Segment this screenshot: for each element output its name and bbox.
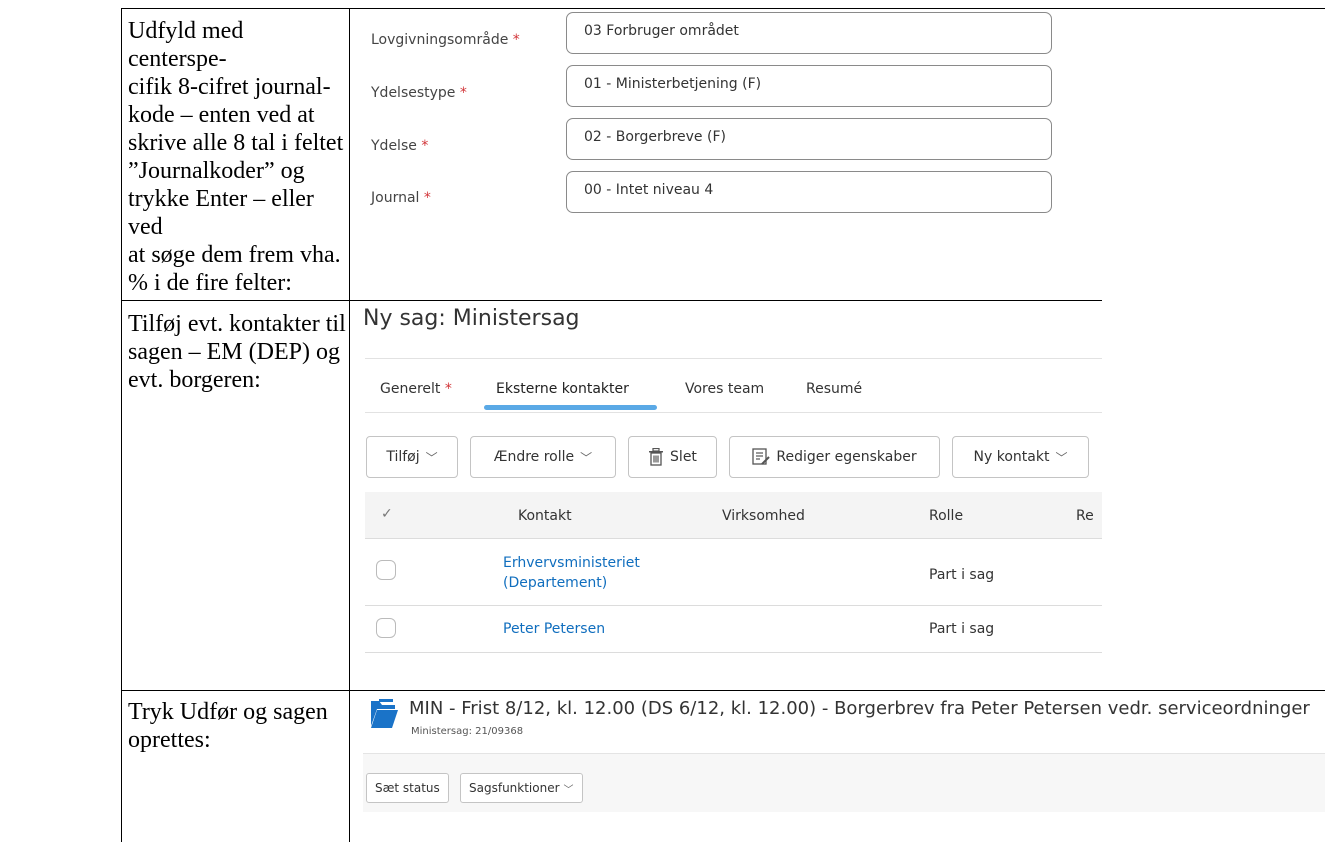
instruction-line: oprettes: [128,727,211,753]
instruction-line: evt. borgeren: [128,367,261,393]
chevron-down-icon: ﹀ [563,784,574,796]
edit-list-icon [752,448,771,465]
ydelsestype-field[interactable]: 01 - Ministerbetjening (F) [566,65,1052,107]
case-title: MIN - Frist 8/12, kl. 12.00 (DS 6/12, kl… [409,698,1310,719]
journal-field[interactable]: 00 - Intet niveau 4 [566,171,1052,213]
instruction-line: ”Journalkoder” og [128,158,305,184]
row-divider [365,605,1102,606]
lovgivningsomraade-field[interactable]: 03 Forbruger området [566,12,1052,54]
instruction-line: skrive alle 8 tal i feltet [128,130,344,156]
change-role-button[interactable]: Ændre rolle ﹀ [470,436,616,478]
new-contact-button[interactable]: Ny kontakt ﹀ [952,436,1089,478]
field-label-ydelsestype: Ydelsestype * [371,85,467,101]
set-status-button[interactable]: Sæt status [366,773,449,803]
table-border-left [121,8,122,842]
instruction-line: kode – enten ved at [128,102,315,128]
row-divider [365,652,1102,653]
instruction-line: Tilføj evt. kontakter til [128,311,346,337]
table-column-divider [349,8,350,842]
instruction-line: sagen – EM (DEP) og [128,339,340,365]
required-marker: * [444,381,452,397]
column-header-rolle[interactable]: Rolle [929,508,963,524]
instruction-line: Udfyld med centerspe- [128,18,244,72]
tab-eksterne-kontakter[interactable]: Eksterne kontakter [496,381,629,397]
instruction-line: % i de fire felter: [128,270,292,296]
header-row-divider [365,538,1102,539]
tabs-divider [365,412,1102,413]
instruction-line: Tryk Udfør og sagen [128,699,328,725]
ydelse-field[interactable]: 02 - Borgerbreve (F) [566,118,1052,160]
chevron-down-icon: ﹀ [580,450,593,465]
column-header-re[interactable]: Re [1076,508,1094,524]
instruction-line: cifik 8-cifret journal- [128,74,331,100]
delete-button[interactable]: Slet [628,436,717,478]
case-functions-button[interactable]: Sagsfunktioner ﹀ [460,773,583,803]
chevron-down-icon: ﹀ [1055,450,1068,465]
select-all-check[interactable]: ✓ [381,506,393,522]
table-row-divider-1 [121,300,1102,301]
instruction-row-2: Tilføj evt. kontakter til sagen – EM (DE… [128,310,346,394]
tab-resume[interactable]: Resumé [806,381,862,397]
tab-generelt[interactable]: Generelt * [380,381,452,397]
active-tab-indicator [484,405,657,410]
required-marker: * [423,190,431,206]
required-marker: * [459,85,467,101]
field-label-ydelse: Ydelse * [371,138,429,154]
tab-vores-team[interactable]: Vores team [685,381,764,397]
required-marker: * [421,138,429,154]
row-checkbox[interactable] [376,560,396,580]
instruction-row-1: Udfyld med centerspe- cifik 8-cifret jou… [128,17,346,297]
table-border-top [121,8,1325,9]
field-label-lovgivningsomraade: Lovgivningsområde * [371,32,520,48]
role-cell: Part i sag [929,567,995,583]
instruction-row-3: Tryk Udfør og sagen oprettes: [128,698,346,754]
chevron-down-icon: ﹀ [425,450,438,465]
row-checkbox[interactable] [376,618,396,638]
instruction-line: trykke Enter – eller ved [128,186,314,240]
contact-link[interactable]: Peter Petersen [503,621,605,637]
edit-properties-button[interactable]: Rediger egenskaber [729,436,940,478]
required-marker: * [512,32,520,48]
title-divider [365,358,1102,359]
table-row-divider-2 [121,690,1325,691]
contact-link[interactable]: Erhvervsministeriet (Departement) [503,553,640,593]
dialog-title: Ny sag: Ministersag [363,306,580,331]
trash-icon [649,448,664,466]
column-header-virksomhed[interactable]: Virksomhed [722,508,805,524]
column-header-kontakt[interactable]: Kontakt [518,508,572,524]
add-button[interactable]: Tilføj ﹀ [366,436,458,478]
field-label-journal: Journal * [371,190,431,206]
folder-icon [371,699,398,728]
role-cell: Part i sag [929,621,995,637]
instruction-line: at søge dem frem vha. [128,242,341,268]
case-number: Ministersag: 21/09368 [411,726,524,737]
